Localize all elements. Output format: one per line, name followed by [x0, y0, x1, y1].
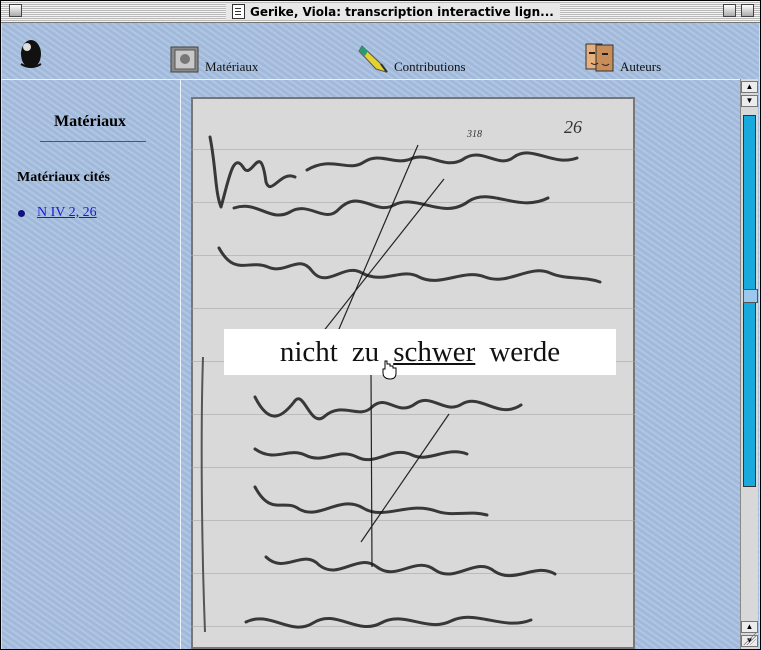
pen-icon	[358, 45, 388, 73]
sidebar-subtitle: Matériaux cités	[17, 170, 110, 185]
logo-icon[interactable]	[16, 37, 46, 71]
nav-auteurs[interactable]: Auteurs	[584, 41, 661, 75]
sidebar-title: Matériaux	[54, 113, 126, 130]
title-bar[interactable]: Gerike, Viola: transcription interactive…	[1, 1, 760, 23]
zoom-box[interactable]	[723, 4, 736, 17]
safe-icon	[170, 46, 199, 73]
materiaux-link[interactable]: N IV 2, 26	[37, 205, 97, 221]
vertical-scrollbar[interactable]: ▲ ▼ ▲ ▼	[740, 79, 758, 649]
scroll-thumb[interactable]	[743, 289, 758, 303]
document-viewer[interactable]: 26 318 nicht zu schwer werde	[181, 79, 738, 649]
document-icon	[232, 4, 245, 19]
window-title: Gerike, Viola: transcription interactive…	[226, 3, 560, 20]
page-number: 26	[564, 117, 582, 137]
word-zu[interactable]: zu	[352, 336, 379, 369]
word-nicht[interactable]: nicht	[280, 336, 338, 369]
word-schwer[interactable]: schwer	[393, 336, 475, 369]
collapse-box[interactable]	[741, 4, 754, 17]
hand-cursor-icon	[382, 360, 397, 380]
line-number: 318	[466, 129, 482, 140]
nav-materiaux[interactable]: Matériaux	[169, 41, 258, 75]
nav-contributions[interactable]: Contributions	[358, 41, 466, 75]
sidebar: Matériaux Matériaux cités N IV 2, 26	[2, 79, 181, 649]
scroll-up-button[interactable]: ▲	[741, 81, 758, 93]
scroll-down-button[interactable]: ▼	[741, 95, 758, 107]
top-navigation: Matériaux Contributions Auteurs	[2, 23, 757, 80]
resize-grip[interactable]	[742, 631, 756, 645]
manuscript-page: 26 318 nicht zu schwer werde	[191, 97, 635, 649]
close-box[interactable]	[9, 4, 22, 17]
list-bullet-icon	[18, 210, 25, 217]
transcription-overlay: nicht zu schwer werde	[224, 329, 616, 380]
browser-window: Gerike, Viola: transcription interactive…	[0, 0, 761, 650]
faces-icon	[585, 43, 614, 72]
word-werde[interactable]: werde	[489, 336, 560, 369]
title-divider	[40, 141, 146, 142]
page-content: Matériaux Contributions Auteurs Matériau…	[2, 23, 759, 649]
